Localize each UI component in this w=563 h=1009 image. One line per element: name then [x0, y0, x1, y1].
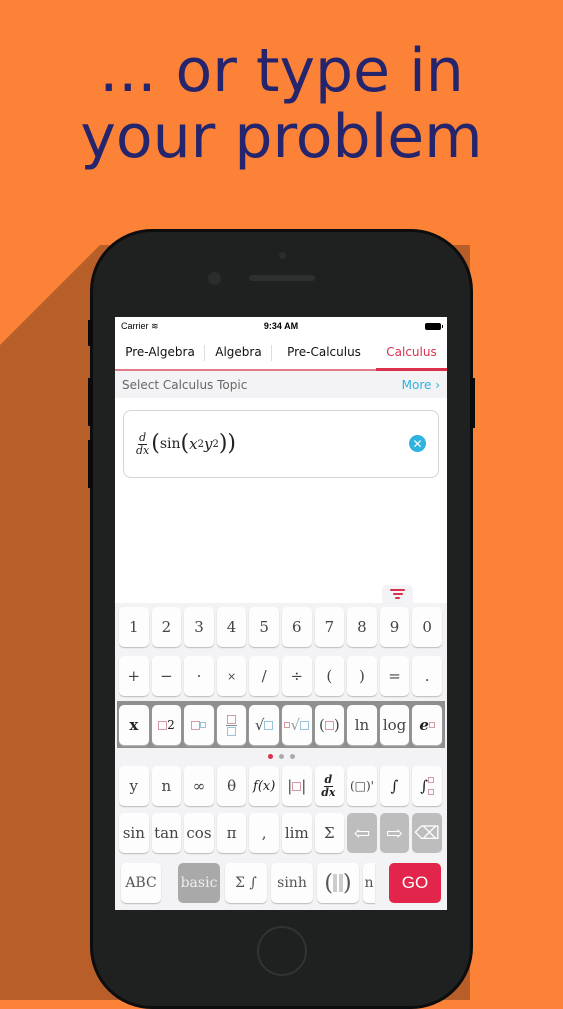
- key-comma[interactable]: ,: [249, 813, 279, 853]
- sigma-integral-button[interactable]: Σ ∫: [225, 863, 267, 903]
- arrow-right-icon[interactable]: ⇨: [379, 813, 410, 853]
- matrix-button[interactable]: (): [317, 863, 359, 903]
- more-link[interactable]: More ›: [402, 378, 440, 392]
- key-equals[interactable]: =: [379, 656, 410, 696]
- volume-down-button: [88, 440, 93, 488]
- key-ln[interactable]: ln: [347, 705, 377, 745]
- go-button[interactable]: GO: [389, 863, 441, 903]
- key-x[interactable]: x: [119, 705, 149, 745]
- key-6[interactable]: 6: [281, 607, 312, 647]
- key-open-paren[interactable]: (: [314, 656, 345, 696]
- key-absolute-value[interactable]: | |: [281, 766, 312, 806]
- key-prime[interactable]: (□)': [347, 766, 377, 806]
- collapse-keyboard-button[interactable]: [382, 585, 413, 603]
- key-dot-multiply[interactable]: ·: [184, 656, 214, 696]
- function-row: x 2 √ √ () ln log e: [119, 705, 442, 745]
- mute-switch: [88, 320, 93, 346]
- basic-button[interactable]: basic: [178, 863, 220, 903]
- key-sigma[interactable]: Σ: [314, 813, 345, 853]
- page-dot-2[interactable]: [278, 754, 284, 759]
- page-indicator: [115, 754, 447, 759]
- key-theta[interactable]: θ: [216, 766, 247, 806]
- key-lim[interactable]: lim: [281, 813, 312, 853]
- tab-pre-algebra[interactable]: Pre-Algebra: [115, 335, 205, 369]
- tab-pre-calculus[interactable]: Pre-Calculus: [272, 335, 376, 369]
- key-4[interactable]: 4: [216, 607, 247, 647]
- tab-algebra[interactable]: Algebra: [205, 335, 272, 369]
- status-bar: Carrier ≋ 9:34 AM: [115, 317, 447, 335]
- trig-row: sin tan cos π , lim Σ ⇦ ⇨ ⌫: [119, 813, 442, 853]
- page-dot-1[interactable]: [267, 754, 273, 759]
- key-exp[interactable]: e: [412, 705, 442, 745]
- headline: ... or type in your problem: [0, 38, 563, 170]
- number-row: 1 2 3 4 5 6 7 8 9 0: [119, 607, 442, 647]
- key-9[interactable]: 9: [379, 607, 410, 647]
- arrow-left-icon[interactable]: ⇦: [347, 813, 377, 853]
- key-decimal[interactable]: .: [412, 656, 442, 696]
- topic-bar: Select Calculus Topic More ›: [115, 371, 447, 398]
- key-1[interactable]: 1: [119, 607, 149, 647]
- key-n[interactable]: n: [151, 766, 182, 806]
- key-5[interactable]: 5: [249, 607, 279, 647]
- key-pi[interactable]: π: [216, 813, 247, 853]
- key-derivative[interactable]: d dx: [314, 766, 345, 806]
- abc-button[interactable]: ABC: [121, 863, 161, 903]
- math-expression: d dx ( sin ( x2 y2 )): [136, 430, 236, 457]
- key-fraction[interactable]: [216, 705, 247, 745]
- key-8[interactable]: 8: [347, 607, 377, 647]
- key-square[interactable]: 2: [151, 705, 182, 745]
- status-time: 9:34 AM: [263, 321, 299, 331]
- operator-row: + − · × / ÷ ( ) = .: [119, 656, 442, 696]
- math-keyboard: 1 2 3 4 5 6 7 8 9 0 + − · × / ÷ ( ) = . …: [115, 603, 447, 910]
- clear-input-icon[interactable]: ✕: [409, 435, 426, 452]
- tab-calculus[interactable]: Calculus: [376, 335, 447, 371]
- calculus-row: y n ∞ θ f(x) | | d dx (□)' ∫ ∫: [119, 766, 442, 806]
- key-sqrt[interactable]: √: [249, 705, 279, 745]
- sinh-button[interactable]: sinh: [271, 863, 313, 903]
- more-modes-button[interactable]: n: [363, 863, 375, 903]
- key-minus[interactable]: −: [151, 656, 182, 696]
- key-y[interactable]: y: [119, 766, 149, 806]
- earpiece-speaker: [249, 275, 315, 281]
- key-log[interactable]: log: [379, 705, 410, 745]
- app-screen: Carrier ≋ 9:34 AM Pre-Algebra Algebra Pr…: [115, 317, 447, 910]
- key-sin[interactable]: sin: [119, 813, 149, 853]
- key-plus[interactable]: +: [119, 656, 149, 696]
- front-camera: [208, 272, 221, 285]
- math-input-field[interactable]: d dx ( sin ( x2 y2 )) ✕: [123, 410, 439, 478]
- key-2[interactable]: 2: [151, 607, 182, 647]
- key-7[interactable]: 7: [314, 607, 345, 647]
- key-divide[interactable]: ÷: [281, 656, 312, 696]
- power-button: [470, 378, 475, 428]
- key-power[interactable]: [184, 705, 214, 745]
- derivative-operator: d dx: [136, 430, 150, 457]
- backspace-icon[interactable]: ⌫: [412, 813, 442, 853]
- key-slash[interactable]: /: [249, 656, 279, 696]
- key-function[interactable]: f(x): [249, 766, 279, 806]
- key-definite-integral[interactable]: ∫: [412, 766, 442, 806]
- key-parentheses[interactable]: (): [314, 705, 345, 745]
- headline-line-1: ... or type in: [99, 36, 464, 106]
- key-integral[interactable]: ∫: [379, 766, 410, 806]
- battery-icon: [425, 322, 443, 330]
- page-dot-3[interactable]: [289, 754, 295, 759]
- home-button[interactable]: [257, 926, 307, 976]
- key-cos[interactable]: cos: [184, 813, 214, 853]
- key-3[interactable]: 3: [184, 607, 214, 647]
- subject-tabs: Pre-Algebra Algebra Pre-Calculus Calculu…: [115, 335, 447, 371]
- headline-line-2: your problem: [80, 102, 483, 172]
- key-nth-root[interactable]: √: [281, 705, 312, 745]
- key-infinity[interactable]: ∞: [184, 766, 214, 806]
- proximity-sensor: [279, 252, 286, 259]
- key-tan[interactable]: tan: [151, 813, 182, 853]
- key-0[interactable]: 0: [412, 607, 442, 647]
- key-close-paren[interactable]: ): [347, 656, 377, 696]
- volume-up-button: [88, 378, 93, 426]
- topic-label: Select Calculus Topic: [122, 377, 248, 392]
- key-times[interactable]: ×: [216, 656, 247, 696]
